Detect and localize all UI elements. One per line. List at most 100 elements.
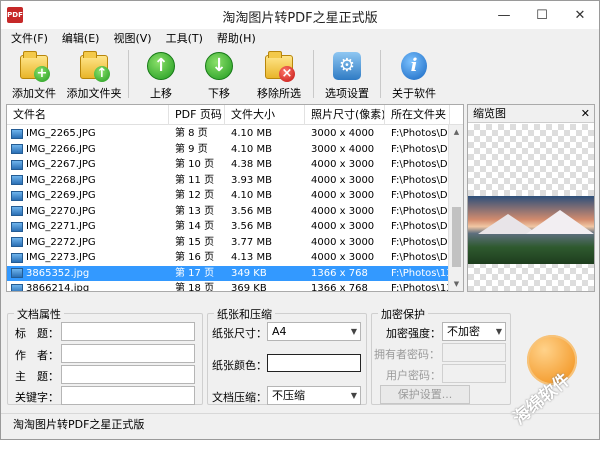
subject-input[interactable] [61,365,195,384]
file-name: IMG_2271.JPG [26,221,96,232]
add-folder-icon: ↑ [78,50,110,82]
compress-select[interactable]: 不压缩 ▼ [267,386,361,405]
cell-dims: 4000 x 3000 [311,221,375,232]
menu-edit[interactable]: 编辑(E) [62,30,100,46]
user-password-label: 用户密码： [386,369,441,382]
image-file-icon [11,159,23,170]
owner-password-input[interactable] [442,343,506,362]
cell-folder: F:\Photos\136 [391,283,450,292]
paper-size-value: A4 [272,325,287,338]
cell-page: 第 14 页 [175,221,215,232]
table-row[interactable]: IMG_2268.JPG 第 11 页 3.93 MB 4000 x 3000 F:\P… [7,173,450,189]
cell-size: 3.56 MB [231,205,272,217]
column-header-dims[interactable]: 照片尺寸(像素) [305,105,385,125]
cell-dims: 3000 x 4000 [311,143,375,155]
file-list[interactable]: 文件名 PDF 页码 文件大小 照片尺寸(像素) 所在文件夹 IMG_2265.… [6,104,464,292]
menu-view[interactable]: 视图(V) [113,30,151,46]
table-row[interactable]: IMG_2273.JPG 第 16 页 4.13 MB 4000 x 3000 F:\P… [7,250,450,266]
remove-selected-button[interactable]: × 移除所选 [248,48,310,102]
table-row[interactable]: IMG_2267.JPG 第 10 页 4.38 MB 4000 x 3000 F:\P… [7,157,450,173]
paper-color-box[interactable] [267,354,361,372]
image-file-icon [11,252,23,263]
protect-settings-button[interactable]: 保护设置... [380,385,470,404]
scrollbar-thumb[interactable] [452,207,461,267]
author-input[interactable] [61,344,195,363]
thumbnail-panel: 缩览图 ✕ [467,104,595,292]
title-input[interactable] [61,322,195,341]
move-up-label: 上移 [150,87,172,100]
file-name: IMG_2268.JPG [26,174,96,186]
file-name: IMG_2267.JPG [26,159,96,170]
table-row[interactable]: IMG_2266.JPG 第 9 页 4.10 MB 3000 x 4000 F:\Ph… [7,142,450,158]
app-window: PDF 淘淘图片转PDF之星正式版 — ☐ ✕ 文件(F) 编辑(E) 视图(V… [0,0,600,440]
close-button[interactable]: ✕ [561,1,599,29]
about-button[interactable]: i 关于软件 [384,48,444,102]
table-row[interactable]: 3865352.jpg 第 17 页 349 KB 1366 x 768 F:\Phot… [7,265,450,281]
options-label: 选项设置 [325,87,369,100]
about-label: 关于软件 [392,87,436,100]
owner-password-label: 拥有者密码： [374,348,440,361]
chevron-down-icon: ▼ [495,327,502,336]
cell-size: 4.10 MB [231,143,272,155]
scroll-down-icon[interactable]: ▼ [449,277,463,291]
title-label: 标 题： [15,327,59,340]
move-down-button[interactable]: ↓ 下移 [190,48,248,102]
thumbnail-close-icon[interactable]: ✕ [581,105,590,123]
file-name-cell: 3866214.jpg [7,281,169,291]
cell-folder: F:\Photos\DC [391,143,450,155]
table-row[interactable]: IMG_2272.JPG 第 15 页 3.77 MB 4000 x 3000 F:\P… [7,235,450,251]
keywords-input[interactable] [61,386,195,405]
encrypt-strength-select[interactable]: 不加密 ▼ [442,322,506,341]
menu-help[interactable]: 帮助(H) [217,30,256,46]
menu-bar: 文件(F) 编辑(E) 视图(V) 工具(T) 帮助(H) [1,29,599,47]
cell-page: 第 16 页 [175,252,215,263]
toolbar: + 添加文件 ↑ 添加文件夹 ↑ 上移 ↓ 下移 × 移除所选 ⚙ 选项设置 i… [5,48,595,102]
scroll-up-icon[interactable]: ▲ [449,125,463,139]
table-row[interactable]: IMG_2269.JPG 第 12 页 4.10 MB 4000 x 3000 F:\P… [7,188,450,204]
cell-folder: F:\Photos\136 [391,267,450,279]
image-file-icon [11,283,23,291]
menu-tools[interactable]: 工具(T) [166,30,203,46]
file-name-cell: IMG_2267.JPG [7,157,169,173]
table-row[interactable]: 3866214.jpg 第 18 页 369 KB 1366 x 768 F:\Phot… [7,281,450,292]
image-file-icon [11,206,23,217]
table-row[interactable]: IMG_2270.JPG 第 13 页 3.56 MB 4000 x 3000 F:\P… [7,204,450,220]
settings-icon: ⚙ [331,50,363,82]
column-header-filename[interactable]: 文件名 [7,105,169,125]
column-header-page[interactable]: PDF 页码 [169,105,225,125]
vertical-scrollbar[interactable]: ▲ ▼ [448,125,463,291]
paper-size-select[interactable]: A4 ▼ [267,322,361,341]
add-folder-button[interactable]: ↑ 添加文件夹 [63,48,125,102]
add-file-button[interactable]: + 添加文件 [5,48,63,102]
chevron-down-icon: ▼ [350,327,357,336]
minimize-button[interactable]: — [485,1,523,29]
table-row[interactable]: IMG_2265.JPG 第 8 页 4.10 MB 3000 x 4000 F:\Ph… [7,126,450,142]
compress-value: 不压缩 [272,389,305,402]
file-name: IMG_2269.JPG [26,190,96,201]
maximize-button[interactable]: ☐ [523,1,561,29]
cell-dims: 1366 x 768 [311,283,368,292]
image-file-icon [11,237,23,248]
cell-folder: F:\Photos\DC [391,221,450,232]
cell-folder: F:\Photos\DC [391,159,450,170]
toolbar-separator [313,50,314,98]
title-bar: PDF 淘淘图片转PDF之星正式版 — ☐ ✕ [1,1,599,29]
file-name-cell: IMG_2273.JPG [7,250,169,266]
cell-folder: F:\Photos\DC [391,128,450,139]
author-label: 作 者： [15,349,59,362]
cell-size: 3.56 MB [231,221,272,232]
column-header-folder[interactable]: 所在文件夹 [385,105,450,125]
file-list-header: 文件名 PDF 页码 文件大小 照片尺寸(像素) 所在文件夹 [7,105,463,125]
cell-size: 349 KB [231,267,267,279]
column-header-size[interactable]: 文件大小 [225,105,305,125]
menu-file[interactable]: 文件(F) [11,30,48,46]
options-button[interactable]: ⚙ 选项设置 [317,48,377,102]
file-name: IMG_2273.JPG [26,252,96,263]
image-file-icon [11,190,23,201]
cell-folder: F:\Photos\DC [391,236,450,248]
move-up-button[interactable]: ↑ 上移 [132,48,190,102]
table-row[interactable]: IMG_2271.JPG 第 14 页 3.56 MB 4000 x 3000 F:\P… [7,219,450,235]
arrow-down-icon: ↓ [203,50,235,82]
cell-size: 4.10 MB [231,190,272,201]
cell-dims: 1366 x 768 [311,267,368,279]
